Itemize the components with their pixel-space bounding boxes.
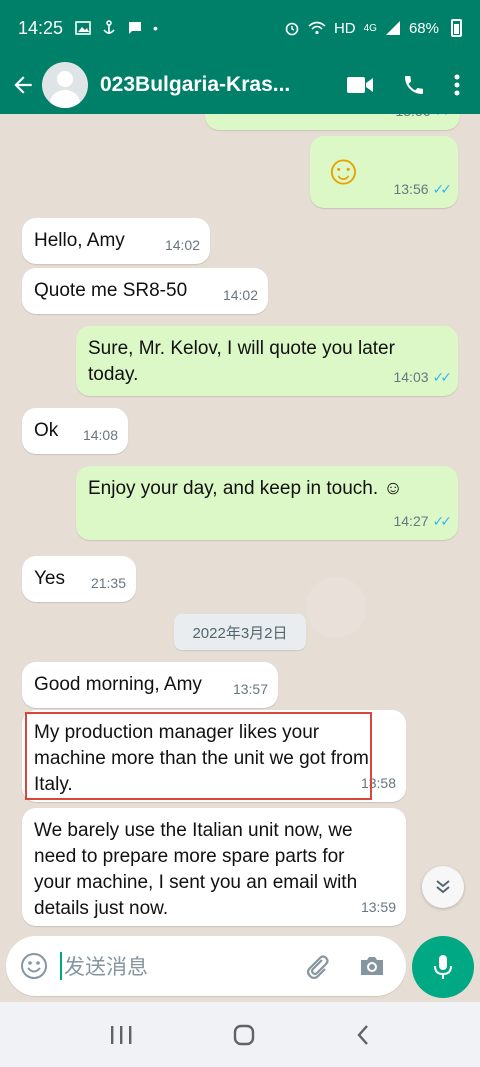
- date-separator: 2022年3月2日: [174, 614, 306, 650]
- message-text: Ok: [34, 420, 59, 441]
- message-input[interactable]: 发送消息: [64, 951, 148, 981]
- message-incoming[interactable]: Hello, Amy 14:02: [22, 218, 210, 264]
- message-time: 14:08: [82, 427, 118, 443]
- back-button[interactable]: [6, 68, 40, 102]
- battery-icon: [451, 19, 462, 37]
- message-text: Quote me SR8-50: [34, 280, 188, 301]
- contact-name[interactable]: 023Bulgaria-Kras...: [100, 73, 308, 97]
- message-icon: [129, 22, 142, 34]
- message-outgoing[interactable]: 13:56 ✓✓: [205, 114, 460, 130]
- message-text: Enjoy your day, and keep in touch. ☺: [88, 478, 403, 499]
- scroll-to-bottom-button[interactable]: [422, 866, 464, 908]
- camera-icon[interactable]: [358, 954, 386, 978]
- double-chevron-down-icon: [436, 880, 450, 894]
- back-nav-icon[interactable]: [355, 1023, 371, 1047]
- arrow-left-icon: [14, 76, 32, 94]
- message-time: 13:56: [393, 181, 429, 197]
- chat-area[interactable]: 13:56✓✓ ☺ 13:56✓✓ Hello, Amy 14:02 Quote…: [0, 114, 480, 936]
- composer: 发送消息: [0, 936, 480, 1002]
- alarm-icon: [285, 22, 299, 36]
- gallery-icon: [75, 21, 91, 35]
- smiling-emoji-icon: ☺: [322, 146, 365, 193]
- avatar[interactable]: [42, 62, 88, 108]
- message-time: 13:56: [395, 114, 430, 124]
- message-text: Sure, Mr. Kelov, I will quote you later …: [88, 338, 395, 385]
- message-time: 14:02: [164, 237, 200, 253]
- message-incoming[interactable]: We barely use the Italian unit now, we n…: [22, 808, 406, 926]
- video-call-icon[interactable]: [346, 74, 374, 96]
- message-input-pill[interactable]: 发送消息: [6, 936, 406, 996]
- message-incoming[interactable]: Good morning, Amy 13:57: [22, 662, 278, 708]
- chat-header: 023Bulgaria-Kras...: [0, 56, 480, 114]
- message-time: 21:35: [90, 575, 126, 591]
- message-outgoing[interactable]: Enjoy your day, and keep in touch. ☺ 14:…: [76, 466, 458, 540]
- signal-label: 4G: [363, 22, 377, 34]
- message-text: Hello, Amy: [34, 230, 125, 251]
- message-time: 13:59: [360, 899, 396, 915]
- read-ticks-icon: ✓✓: [432, 369, 453, 385]
- battery-percent: 68%: [408, 19, 439, 37]
- network-label: HD: [333, 19, 356, 37]
- status-time: 14:25: [18, 17, 64, 38]
- read-ticks-icon: ✓✓: [432, 181, 453, 197]
- recent-apps-icon[interactable]: [109, 1024, 133, 1046]
- message-time: 13:57: [232, 681, 268, 697]
- status-bar: 14:25 • HD 4G 68%: [0, 0, 480, 56]
- message-text: Good morning, Amy: [34, 674, 202, 695]
- message-time: 14:27: [393, 513, 429, 529]
- highlight-box: [25, 712, 372, 800]
- message-outgoing[interactable]: ☺ 13:56 ✓✓: [310, 136, 458, 208]
- emoji-icon[interactable]: [20, 952, 48, 980]
- message-incoming[interactable]: Quote me SR8-50 14:02: [22, 268, 268, 314]
- read-ticks-icon: ✓✓: [435, 114, 455, 124]
- message-time: 14:02: [222, 287, 258, 303]
- message-incoming[interactable]: Yes 21:35: [22, 556, 136, 602]
- message-text: Yes: [34, 568, 65, 589]
- wifi-icon: [308, 21, 326, 35]
- signal-icon: [385, 21, 400, 35]
- message-incoming[interactable]: Ok 14:08: [22, 408, 128, 454]
- message-text: We barely use the Italian unit now, we n…: [34, 820, 358, 919]
- system-nav-bar: [0, 1002, 480, 1067]
- more-options-icon[interactable]: [454, 73, 460, 97]
- microphone-icon: [434, 955, 452, 979]
- anchor-icon: [103, 20, 115, 34]
- message-time: 14:03: [393, 369, 429, 385]
- voice-record-button[interactable]: [412, 936, 474, 998]
- attach-icon[interactable]: [304, 952, 330, 980]
- message-outgoing[interactable]: Sure, Mr. Kelov, I will quote you later …: [76, 326, 458, 396]
- dot-icon: •: [153, 20, 158, 36]
- voice-call-icon[interactable]: [402, 73, 426, 97]
- text-caret: [60, 952, 62, 980]
- home-icon[interactable]: [232, 1023, 256, 1047]
- read-ticks-icon: ✓✓: [432, 513, 453, 529]
